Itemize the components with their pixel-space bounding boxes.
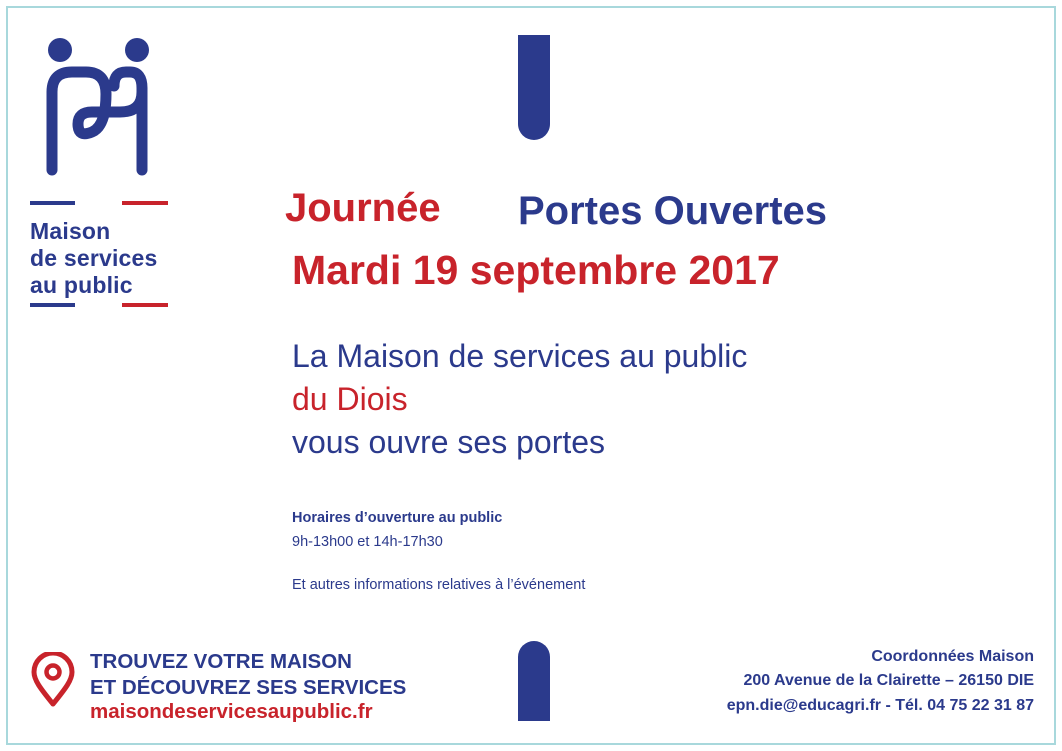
logo-line-2: de services bbox=[30, 245, 158, 271]
event-date: Mardi 19 septembre 2017 bbox=[292, 247, 780, 293]
bottom-tab-decoration bbox=[518, 641, 550, 721]
title-portes-ouvertes: Portes Ouvertes bbox=[518, 189, 828, 233]
cta-line-1: TROUVEZ VOTRE MAISON bbox=[90, 650, 352, 673]
logo-bottom-blue-line bbox=[30, 303, 75, 307]
intro-line-2: du Diois bbox=[292, 381, 408, 417]
contact-email-phone: epn.die@educagri.fr - Tél. 04 75 22 31 8… bbox=[726, 697, 1034, 714]
title-journee: Journée bbox=[285, 186, 441, 230]
logo-bottom-red-line bbox=[122, 303, 168, 307]
intro-line-3: vous ouvre ses portes bbox=[292, 424, 606, 460]
opening-hours-title: Horaires d’ouverture au public bbox=[292, 510, 503, 526]
logo-text: Maison de services au public bbox=[30, 218, 158, 299]
top-tab-decoration bbox=[518, 35, 550, 140]
logo-line-1: Maison bbox=[30, 218, 111, 244]
contact-title: Coordonnées Maison bbox=[871, 648, 1034, 665]
opening-hours-value: 9h-13h00 et 14h-17h30 bbox=[292, 534, 443, 550]
contact-address: 200 Avenue de la Clairette – 26150 DIE bbox=[743, 672, 1034, 689]
other-info-text: Et autres informations relatives à l’évé… bbox=[292, 577, 586, 593]
intro-line-1: La Maison de services au public bbox=[292, 338, 748, 374]
logo-top-blue-line bbox=[30, 201, 75, 205]
cta-line-2: ET DÉCOUVREZ SES SERVICES bbox=[90, 676, 407, 699]
location-pin-icon bbox=[31, 652, 75, 707]
logo-line-3: au public bbox=[30, 272, 133, 298]
msap-logo-icon bbox=[46, 38, 149, 176]
website-link[interactable]: maisondeservicesaupublic.fr bbox=[90, 700, 373, 724]
logo-top-red-line bbox=[122, 201, 168, 205]
